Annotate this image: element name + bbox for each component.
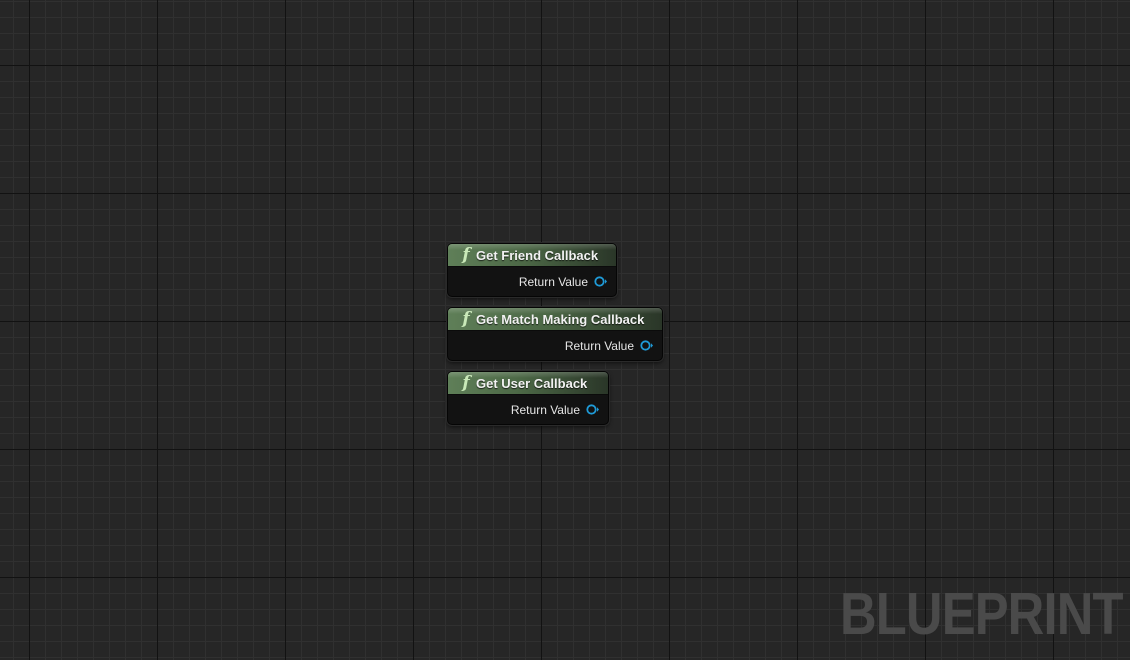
node-title: Get Match Making Callback (476, 311, 645, 327)
node-body: Return Value (448, 267, 616, 296)
function-icon: f (462, 309, 470, 329)
object-pin-icon[interactable] (640, 340, 653, 351)
node-body: Return Value (448, 395, 608, 424)
pin-label: Return Value (564, 338, 634, 353)
object-pin-icon[interactable] (586, 404, 599, 415)
function-icon: f (462, 373, 470, 393)
node-body: Return Value (448, 331, 662, 360)
node-header[interactable]: f Get Friend Callback (448, 244, 616, 267)
node-header[interactable]: f Get User Callback (448, 372, 608, 395)
object-pin-icon[interactable] (594, 276, 607, 287)
blueprint-graph-canvas[interactable]: f Get Friend Callback Return Value f Get… (0, 0, 1130, 660)
pin-label: Return Value (518, 274, 588, 289)
node-get-user-callback[interactable]: f Get User Callback Return Value (447, 371, 609, 425)
function-icon: f (462, 245, 470, 265)
node-title: Get User Callback (476, 375, 588, 391)
node-header[interactable]: f Get Match Making Callback (448, 308, 662, 331)
blueprint-watermark: BLUEPRINT (840, 581, 1123, 647)
pin-label: Return Value (510, 402, 580, 417)
node-get-match-making-callback[interactable]: f Get Match Making Callback Return Value (447, 307, 663, 361)
node-get-friend-callback[interactable]: f Get Friend Callback Return Value (447, 243, 617, 297)
node-title: Get Friend Callback (476, 247, 599, 263)
